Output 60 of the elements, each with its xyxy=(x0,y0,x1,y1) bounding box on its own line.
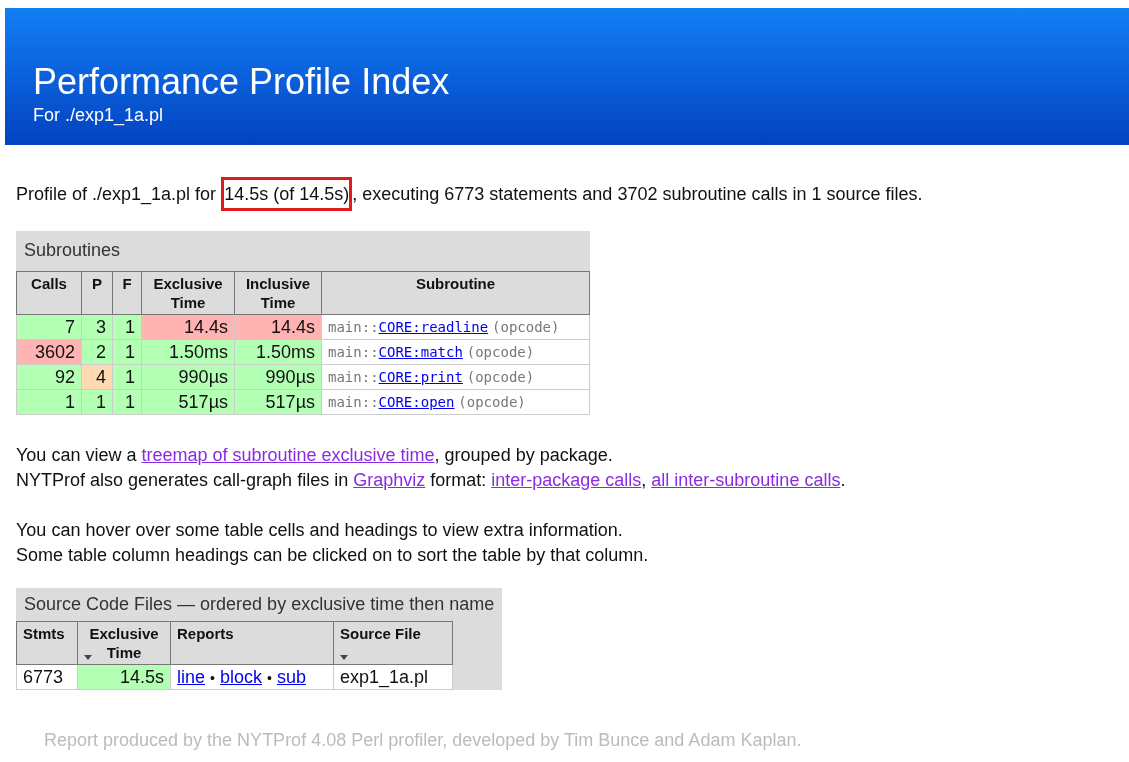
info-text: , xyxy=(641,470,648,490)
table-cell: exp1_1a.pl xyxy=(333,664,453,690)
subroutine-link[interactable]: CORE:print xyxy=(378,369,463,385)
package-name: main:: xyxy=(328,369,379,385)
table-cell: 6773 xyxy=(16,664,78,690)
table-cell: 7 xyxy=(16,314,82,340)
separator-dot: • xyxy=(210,669,215,686)
info-text: , grouped by package. xyxy=(434,445,613,465)
opcode-note: (opcode) xyxy=(458,394,526,410)
info-text: You can view a xyxy=(16,445,138,465)
column-header[interactable]: Exclusive Time xyxy=(141,271,235,315)
opcode-note: (opcode) xyxy=(466,344,535,360)
column-header[interactable]: Reports xyxy=(170,621,334,665)
table-cell: 1.50ms xyxy=(141,339,235,365)
info-link[interactable]: inter-package calls xyxy=(491,470,642,490)
table-cell: 517µs xyxy=(141,389,235,415)
report-link[interactable]: sub xyxy=(276,666,306,687)
info-text: Some table column headings can be clicked on to sort the table by that column. xyxy=(16,545,649,565)
column-header[interactable]: Inclusive Time xyxy=(234,271,322,315)
table-cell: 14.5s xyxy=(77,664,171,690)
subroutine-link[interactable]: CORE:open xyxy=(378,394,455,410)
table-cell: 3602 xyxy=(16,339,82,365)
page-subtitle: For ./exp1_1a.pl xyxy=(33,105,165,126)
subroutine-link[interactable]: CORE:readline xyxy=(378,319,489,335)
column-header[interactable]: Calls xyxy=(16,271,82,315)
table-cell: 1 xyxy=(16,389,82,415)
report-link[interactable]: line xyxy=(177,666,206,687)
opcode-note: (opcode) xyxy=(492,319,560,335)
info-text: You can hover over some table cells and headings to view extra information. xyxy=(16,520,623,540)
info-link[interactable]: all inter-subroutine calls xyxy=(651,470,841,490)
info-link[interactable]: treemap of subroutine exclusive time xyxy=(141,445,435,465)
table-cell: 14.4s xyxy=(141,314,235,340)
table-cell: 1.50ms xyxy=(234,339,322,365)
column-header[interactable]: Stmts xyxy=(16,621,78,665)
separator-dot: • xyxy=(266,669,272,686)
table-cell: 92 xyxy=(16,364,82,390)
profile-summary: Profile of ./exp1_1a.pl for 14.5s (of 14.5s) , executing 6773 statements and 3702 subroutine calls in 1 source files. xyxy=(16,177,923,211)
table-cell: 517µs xyxy=(234,389,322,415)
column-header[interactable]: P xyxy=(81,271,113,315)
table-cell: 990µs xyxy=(234,364,322,390)
table-caption: Subroutines xyxy=(23,239,122,262)
info-link[interactable]: Graphviz xyxy=(353,470,426,490)
page-title: Performance Profile Index xyxy=(33,62,451,102)
package-name: main:: xyxy=(328,394,379,410)
subroutine-link[interactable]: CORE:match xyxy=(378,344,463,360)
column-header[interactable]: Subroutine xyxy=(321,271,590,315)
package-name: main:: xyxy=(328,344,379,360)
report-footer: Report produced by the NYTProf 4.08 Perl profiler, developed by Tim Bunce and Adam Kaplan. xyxy=(16,730,1129,751)
table-caption: Source Code Files — ordered by exclusive time then name xyxy=(23,593,496,616)
report-link[interactable]: block xyxy=(219,666,262,687)
info-text: . xyxy=(840,470,846,490)
column-header[interactable]: Exclusive Time xyxy=(77,621,171,665)
package-name: main:: xyxy=(328,319,379,335)
column-header[interactable]: Source File xyxy=(333,621,453,665)
info-text: format: xyxy=(429,470,488,490)
table-cell: 14.4s xyxy=(234,314,322,340)
column-header[interactable]: F xyxy=(112,271,142,315)
opcode-note: (opcode) xyxy=(466,369,535,385)
info-text: NYTProf also generates call-graph files in xyxy=(16,470,350,490)
table-cell: 990µs xyxy=(141,364,235,390)
